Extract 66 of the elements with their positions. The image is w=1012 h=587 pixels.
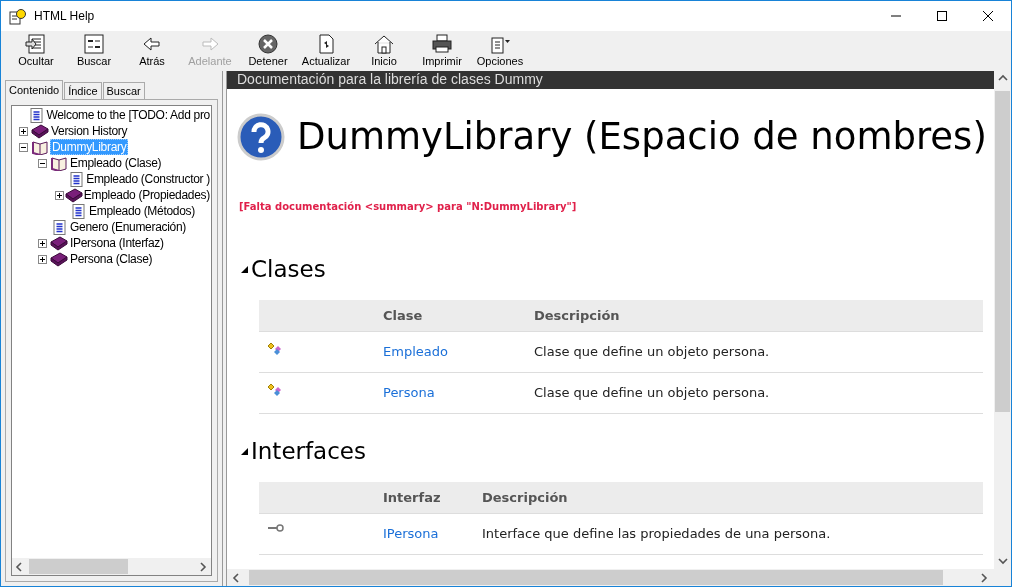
tree-item[interactable]: Persona (Clase) xyxy=(69,252,154,266)
page-icon xyxy=(52,219,66,235)
book-icon xyxy=(50,251,68,267)
toolbar-button[interactable]: Opciones xyxy=(471,34,529,68)
page-icon xyxy=(69,171,83,187)
column-header: Descripción xyxy=(482,489,568,505)
sync-pane-icon xyxy=(83,34,105,54)
toolbar-button[interactable]: Atrás xyxy=(123,34,181,68)
toolbar-button[interactable]: Ocultar xyxy=(7,34,65,68)
expand-toggle[interactable] xyxy=(37,254,47,264)
column-header: Clase xyxy=(383,307,423,323)
window-title: HTML Help xyxy=(34,8,95,25)
toolbar-button[interactable]: Imprimir xyxy=(413,34,471,68)
table-cell: Clase que define un objeto persona. xyxy=(534,343,770,359)
interface-icon xyxy=(267,523,284,532)
pane-tab[interactable]: Contenido xyxy=(5,80,64,100)
toolbar-button[interactable]: Buscar xyxy=(65,34,123,68)
table-cell: Clase que define un objeto persona. xyxy=(534,384,770,400)
collapse-toggle[interactable] xyxy=(18,142,28,152)
help-icon xyxy=(237,112,285,161)
page-icon xyxy=(71,203,85,219)
type-link[interactable]: Empleado xyxy=(383,343,448,359)
hide-pane-icon xyxy=(25,34,47,54)
help-app-icon xyxy=(9,7,26,25)
missing-docs-warning: [Falta documentación <summary> para "N:DummyLibrary"] xyxy=(239,199,578,214)
close-icon[interactable] xyxy=(983,11,993,21)
stop-icon xyxy=(257,34,279,54)
toolbar-button[interactable]: Actualizar xyxy=(297,34,355,68)
page-banner: Documentación para la librería de clases Dummy xyxy=(227,71,994,89)
tree-item[interactable]: Genero (Enumeración) xyxy=(69,220,188,234)
open-book-icon xyxy=(32,139,48,155)
horizontal-scrollbar[interactable] xyxy=(12,558,211,575)
tree-item[interactable]: Version History xyxy=(50,124,129,138)
class-icon xyxy=(267,382,283,397)
book-icon xyxy=(64,187,83,203)
expand-toggle[interactable] xyxy=(37,238,47,248)
section-heading: Interfaces xyxy=(251,436,366,466)
back-arrow-icon xyxy=(141,34,163,54)
options-icon xyxy=(489,34,511,54)
expand-toggle[interactable] xyxy=(18,126,28,136)
tree-item[interactable]: Welcome to the [TODO: Add pro xyxy=(45,108,211,122)
toolbar-button[interactable]: Inicio xyxy=(355,34,413,68)
column-header: Interfaz xyxy=(383,489,441,505)
printer-icon xyxy=(431,34,453,54)
tree-item[interactable]: Empleado (Constructor ) xyxy=(85,172,211,186)
book-icon xyxy=(50,235,68,251)
section-heading: Clases xyxy=(251,254,326,284)
toolbar-button[interactable]: Detener xyxy=(239,34,297,68)
tree-item[interactable]: Empleado (Propiedades) xyxy=(82,188,211,202)
column-header: Descripción xyxy=(534,307,620,323)
home-icon xyxy=(373,34,395,54)
maximize-icon[interactable] xyxy=(937,11,947,21)
class-icon xyxy=(267,341,283,356)
tree-item[interactable]: Empleado (Métodos) xyxy=(88,204,196,218)
pane-tab[interactable]: Buscar xyxy=(102,82,145,99)
type-link[interactable]: IPersona xyxy=(383,525,439,541)
open-book-icon xyxy=(51,155,67,171)
page-title: DummyLibrary (Espacio de nombres) xyxy=(297,114,987,160)
table-cell: Interface que define las propiedades de una persona. xyxy=(482,525,831,541)
type-link[interactable]: Persona xyxy=(383,384,435,400)
expand-toggle[interactable] xyxy=(54,190,64,200)
pane-tab[interactable]: Índice xyxy=(64,82,102,99)
collapse-toggle[interactable] xyxy=(37,158,47,168)
tree-item[interactable]: IPersona (Interfaz) xyxy=(69,236,165,250)
book-icon xyxy=(31,123,49,139)
tree-item[interactable]: Empleado (Clase) xyxy=(69,156,163,170)
